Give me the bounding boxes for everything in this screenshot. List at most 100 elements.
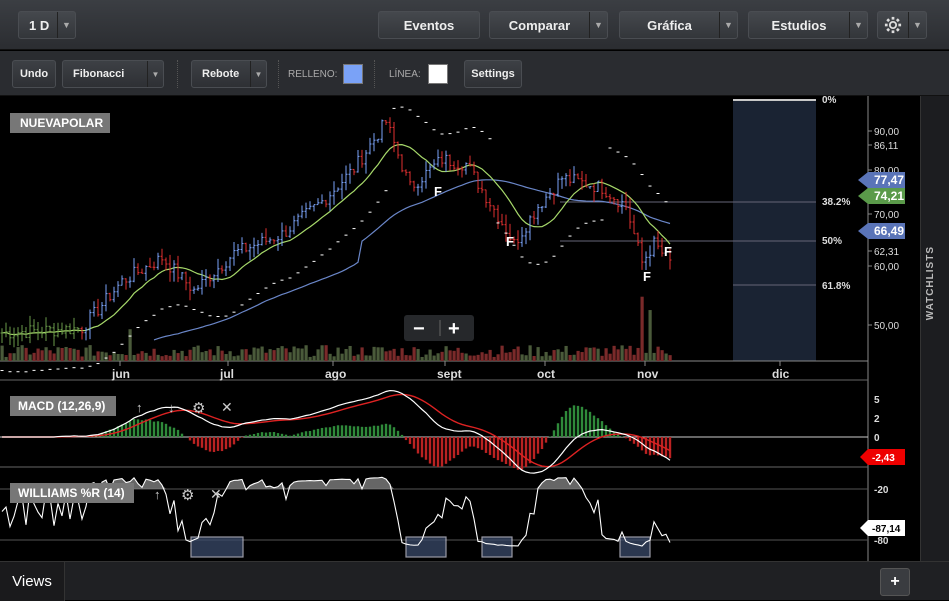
macd-histogram-bar (425, 437, 427, 460)
fibonacci-dropdown[interactable]: Fibonacci ▼ (62, 60, 164, 88)
volume-bars (1, 297, 672, 361)
month-label: oct (537, 367, 555, 381)
undo-label: Undo (20, 68, 48, 80)
volume-bar (649, 310, 652, 361)
volume-bar (57, 347, 60, 361)
price-tag-ma-green-text: 74,21 (874, 189, 904, 203)
volume-bar (81, 356, 84, 361)
add-view-button[interactable]: + (880, 568, 910, 596)
macd-histogram-bar (577, 406, 579, 437)
volume-bar (569, 355, 572, 361)
williams-tick-label: -20 (874, 485, 889, 496)
volume-bar (513, 349, 516, 361)
close-icon[interactable]: ✕ (221, 399, 233, 415)
rebote-label: Rebote (202, 68, 239, 80)
volume-bar (541, 356, 544, 361)
bottom-bar: Views + (0, 561, 949, 600)
rebote-dropdown[interactable]: Rebote ▼ (191, 60, 267, 88)
arrow-up-icon[interactable]: ↑ (136, 400, 143, 415)
volume-bar (181, 351, 184, 361)
volume-bar (613, 346, 616, 361)
toolbar-divider (177, 60, 178, 88)
macd-histogram-bar (173, 428, 175, 437)
price-tick-label: 86,11 (874, 141, 899, 152)
volume-bar (153, 349, 156, 361)
volume-bar (21, 345, 24, 361)
chevron-down-icon: ▼ (57, 12, 75, 38)
settings-dropdown[interactable]: ▼ (877, 11, 927, 39)
volume-bar (253, 348, 256, 361)
macd-histogram-bar (429, 437, 431, 464)
views-tab[interactable]: Views (0, 562, 65, 601)
gear-icon[interactable]: ⚙ (192, 400, 205, 417)
macd-histogram-bar (309, 431, 311, 437)
fill-color-swatch[interactable] (343, 64, 363, 84)
price-chart[interactable]: 90,0086,1180,0070,0062,3160,0050,00 0%38… (0, 96, 920, 561)
settings-button[interactable]: Settings (464, 60, 522, 88)
macd-histogram-bar (625, 437, 627, 438)
volume-bar (45, 347, 48, 361)
volume-bar (205, 351, 208, 361)
macd-histogram-bar (653, 437, 655, 455)
month-label: ago (325, 367, 346, 381)
macd-histogram-bar (465, 437, 467, 449)
month-label: jun (111, 367, 130, 381)
volume-bar (33, 353, 36, 361)
volume-bar (13, 353, 16, 361)
eventos-label: Eventos (404, 18, 455, 33)
relleno-label: RELLENO: (288, 69, 337, 80)
volume-bar (105, 352, 108, 361)
price-tag-ma-blue: 66,49 (858, 223, 905, 239)
volume-bar (629, 346, 632, 361)
price-tick-label: 70,00 (874, 210, 899, 221)
macd-histogram-bar (489, 437, 491, 455)
macd-histogram-bar (389, 425, 391, 437)
macd-histogram-bar (385, 424, 387, 437)
volume-bar (605, 348, 608, 361)
arrow-up-icon[interactable]: ↑ (154, 487, 161, 502)
eventos-button[interactable]: Eventos (378, 11, 480, 39)
macd-histogram-bar (221, 437, 223, 451)
zoom-out-button[interactable]: − (413, 318, 425, 340)
zoom-in-button[interactable]: + (448, 318, 460, 340)
volume-bar (273, 350, 276, 361)
volume-bar (453, 351, 456, 361)
williams-title: WILLIAMS %R (14) (18, 486, 125, 500)
volume-bar (377, 347, 380, 361)
estudios-dropdown[interactable]: Estudios ▼ (748, 11, 868, 39)
fib-level-label: 0% (822, 96, 837, 106)
watchlists-tab[interactable]: WATCHLISTS (920, 96, 949, 561)
macd-histogram-bar (477, 437, 479, 448)
close-icon[interactable]: ✕ (210, 486, 222, 502)
undo-button[interactable]: Undo (12, 60, 56, 88)
fibonacci-label: Fibonacci (73, 68, 124, 80)
gear-icon[interactable]: ⚙ (181, 487, 194, 504)
volume-bar (133, 355, 136, 361)
volume-bar (477, 355, 480, 361)
volume-bar (129, 329, 132, 361)
macd-histogram-bar (269, 432, 271, 437)
macd-histogram-bar (241, 437, 243, 438)
volume-bar (385, 351, 388, 361)
grafica-dropdown[interactable]: Gráfica ▼ (619, 11, 738, 39)
volume-bar (537, 347, 540, 361)
macd-histogram-bar (461, 437, 463, 452)
volume-bar (517, 347, 520, 361)
comparar-dropdown[interactable]: Comparar ▼ (489, 11, 608, 39)
line-color-swatch[interactable] (428, 64, 448, 84)
macd-histogram-bar (549, 436, 551, 437)
volume-bar (97, 351, 100, 361)
macd-histogram-bar (153, 422, 155, 437)
chart-area[interactable]: 90,0086,1180,0070,0062,3160,0050,00 0%38… (0, 96, 920, 561)
volume-bar (461, 353, 464, 361)
arrow-down-icon[interactable]: ↓ (168, 400, 175, 415)
period-dropdown[interactable]: 1 D ▼ (18, 11, 76, 39)
macd-histogram-bar (161, 422, 163, 437)
macd-histogram-bar (561, 417, 563, 437)
volume-bar (641, 297, 644, 361)
macd-histogram-bar (197, 437, 199, 446)
volume-bar (473, 356, 476, 361)
fractal-label: F (506, 234, 514, 249)
volume-bar (465, 353, 468, 361)
volume-bar (121, 354, 124, 361)
